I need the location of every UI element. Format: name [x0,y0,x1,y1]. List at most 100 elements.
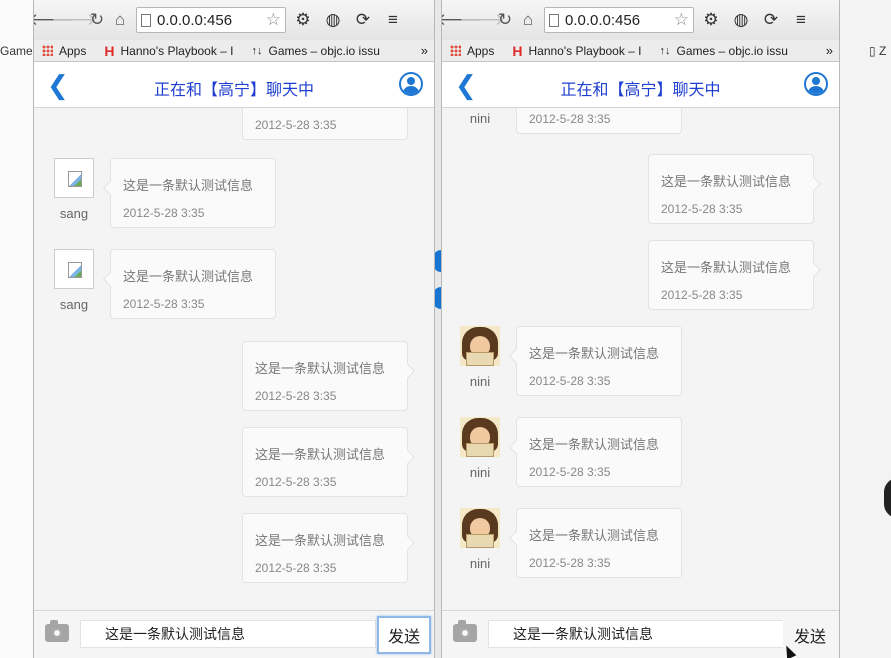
username: sang [59,206,89,221]
background-bookmark-label: Z [878,44,887,58]
message-bubble: 这是一条默认测试信息 2012-5-28 3:35 [648,154,814,224]
message-bubble: 这是一条默认测试信息 2012-5-28 3:35 [516,417,682,487]
avatar[interactable] [54,249,94,289]
message-time: 2012-5-28 3:35 [255,475,337,489]
user-profile-icon[interactable] [399,72,423,96]
bookmark-label: Apps [467,43,495,58]
globe-extension-icon[interactable]: ◍ [728,7,754,33]
broken-image-icon [68,262,82,278]
username: nini [469,374,491,389]
home-icon[interactable]: ⌂ [109,9,131,31]
browser-window-left: 🡐 🡒 ↻ ⌂ 0.0.0.0:456 ☆ ⚙ ◍ ⟳ ≡ Apps H Hann… [33,0,435,658]
bookmark-games[interactable]: ↑↓ Games – objc.io issu [252,44,380,58]
message-text: 这是一条默认测试信息 [529,437,660,452]
settings-gear-icon[interactable]: ⚙ [698,7,724,33]
send-button[interactable]: 发送 [377,616,431,654]
message-time: 2012-5-28 3:35 [529,112,611,126]
message-bubble: 这是一条默认测试信息 2012-5-28 3:35 [516,508,682,578]
bookmarks-bar: Apps H Hanno's Playbook – I ↑↓ Games – obj… [34,40,434,62]
chat-title: 正在和【高宁】聊天中 [560,82,721,99]
message-text: 这是一条默认测试信息 [529,528,660,543]
bookmark-games[interactable]: ↑↓ Games – objc.io issu [660,44,788,58]
message-bubble: 这是一条默认测试信息 2012-5-28 3:35 [110,158,276,228]
forward-arrow-icon[interactable]: 🡒 [459,9,505,31]
reload-icon[interactable]: ↻ [86,9,108,31]
message-bubble: 这是一条默认测试信息 2012-5-28 3:35 [516,326,682,396]
message-time: 2012-5-28 3:35 [123,297,205,311]
message-bubble: 这是一条默认测试信息 2012-5-28 3:35 [242,427,408,497]
message-time: 2012-5-28 3:35 [661,202,743,216]
message-list[interactable]: nini 2012-5-28 3:35 这是一条默认测试信息 2012-5-28… [442,108,839,610]
message-text: 这是一条默认测试信息 [255,447,386,462]
reload-icon[interactable]: ↻ [494,9,516,31]
bookmark-star-icon[interactable]: ☆ [674,10,689,30]
browser-toolbar: 🡐 🡒 ↻ ⌂ 0.0.0.0:456 ☆ ⚙ ◍ ⟳ ≡ [442,0,839,40]
bookmark-label: Games – objc.io issu [268,43,380,58]
camera-icon[interactable] [453,620,477,642]
globe-extension-icon[interactable]: ◍ [320,7,346,33]
address-text[interactable]: 0.0.0.0:456 [157,12,264,29]
message-input[interactable]: 这是一条默认测试信息 [80,620,376,648]
broken-image-icon [68,171,82,187]
username: nini [469,556,491,571]
apps-grid-icon [450,45,461,56]
avatar[interactable] [460,326,500,366]
message-bubble: 2012-5-28 3:35 [242,108,408,140]
menu-icon[interactable]: ≡ [380,7,406,33]
message-text: 这是一条默认测试信息 [661,260,792,275]
bookmark-hanno[interactable]: H Hanno's Playbook – I [104,43,233,59]
bookmark-apps[interactable]: Apps [42,44,86,58]
message-bubble: 这是一条默认测试信息 2012-5-28 3:35 [242,513,408,583]
home-icon[interactable]: ⌂ [517,9,539,31]
avatar[interactable] [460,417,500,457]
bookmarks-bar: Apps H Hanno's Playbook – I ↑↓ Games – obj… [442,40,839,62]
bookmarks-overflow-button[interactable]: » [826,43,833,58]
browser-window-right: 🡐 🡒 ↻ ⌂ 0.0.0.0:456 ☆ ⚙ ◍ ⟳ ≡ Apps H Hann… [441,0,840,658]
page-icon: ▯ [869,44,879,58]
apps-grid-icon [42,45,53,56]
desktop: Game ▯ Z 🡐 🡒 ↻ ⌂ 0.0.0.0:456 ☆ ⚙ ◍ ⟳ ≡ A… [0,0,891,658]
chat-header: ❮ 正在和【高宁】聊天中 [442,62,839,108]
message-text: 这是一条默认测试信息 [255,533,386,548]
page-icon [549,13,559,27]
background-window [0,0,33,658]
address-bar[interactable]: 0.0.0.0:456 ☆ [544,7,694,33]
background-bookmark: ▯ Z [869,40,886,62]
camera-icon[interactable] [45,620,69,642]
bookmark-hanno[interactable]: H Hanno's Playbook – I [512,43,641,59]
message-list[interactable]: 2012-5-28 3:35 sang 这是一条默认测试信息 2012-5-28… [34,108,434,610]
message-time: 2012-5-28 3:35 [529,374,611,388]
sync-extension-icon[interactable]: ⟳ [350,7,376,33]
message-time: 2012-5-28 3:35 [255,561,337,575]
avatar[interactable] [54,158,94,198]
bookmark-label: Apps [59,43,87,58]
h-logo-icon: H [104,42,115,59]
message-bubble: 这是一条默认测试信息 2012-5-28 3:35 [648,240,814,310]
message-time: 2012-5-28 3:35 [255,118,337,132]
address-text[interactable]: 0.0.0.0:456 [565,12,672,29]
address-bar[interactable]: 0.0.0.0:456 ☆ [136,7,286,33]
message-text: 这是一条默认测试信息 [661,174,792,189]
username: sang [59,297,89,312]
message-text: 这是一条默认测试信息 [123,269,254,284]
message-time: 2012-5-28 3:35 [661,288,743,302]
username: nini [469,465,491,480]
bookmark-apps[interactable]: Apps [450,44,494,58]
chat-title: 正在和【高宁】聊天中 [153,82,314,99]
background-window [840,0,891,658]
message-time: 2012-5-28 3:35 [123,206,205,220]
bookmark-label: Hanno's Playbook – I [528,43,642,58]
message-text: 这是一条默认测试信息 [529,346,660,361]
message-input[interactable]: 这是一条默认测试信息 [488,620,784,648]
sync-extension-icon[interactable]: ⟳ [758,7,784,33]
menu-icon[interactable]: ≡ [788,7,814,33]
message-time: 2012-5-28 3:35 [529,556,611,570]
user-profile-icon[interactable] [804,72,828,96]
forward-arrow-icon[interactable]: 🡒 [51,9,97,31]
bookmarks-overflow-button[interactable]: » [421,43,428,58]
bookmark-star-icon[interactable]: ☆ [266,10,281,30]
bookmark-label: Hanno's Playbook – I [120,43,234,58]
avatar[interactable] [460,508,500,548]
h-logo-icon: H [512,42,523,59]
settings-gear-icon[interactable]: ⚙ [290,7,316,33]
